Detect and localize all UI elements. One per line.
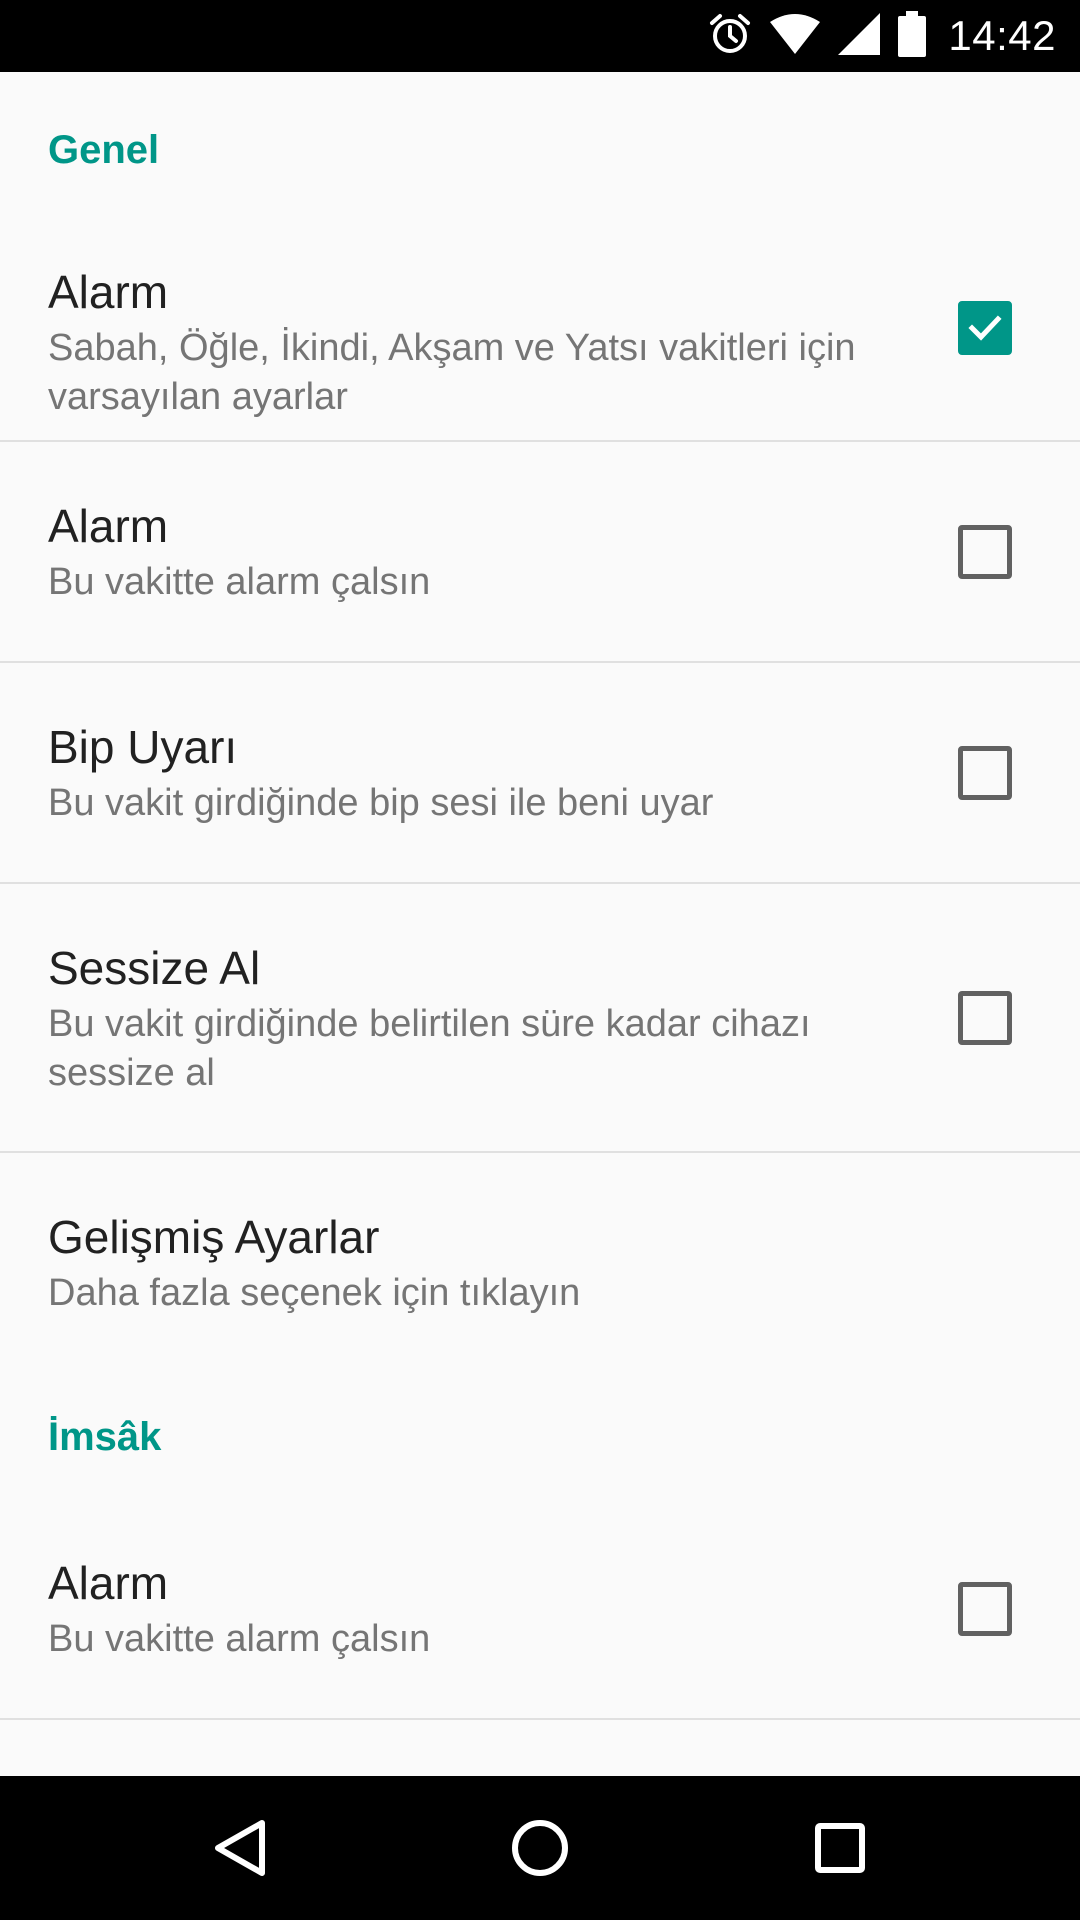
battery-icon [898, 10, 927, 62]
back-icon [215, 1820, 265, 1876]
pref-title: Gelişmiş Ayarlar [48, 1211, 380, 1263]
category-title: İmsâk [48, 1415, 162, 1459]
home-icon [512, 1820, 568, 1876]
category-imsak: İmsâk [0, 1349, 1080, 1499]
status-bar: 14:42 [0, 0, 1080, 72]
pref-title: Alarm [48, 266, 169, 318]
pref-item-alarm-default[interactable]: Alarm Sabah, Öğle, İkindi, Akşam ve Yats… [0, 216, 1080, 442]
checkbox[interactable] [958, 1581, 1012, 1636]
pref-summary: Bu vakit girdiğinde bip sesi ile beni uy… [48, 782, 714, 824]
pref-item-imsak-alarm[interactable]: Alarm Bu vakitte alarm çalsın [0, 1499, 1080, 1720]
navigation-bar [0, 1776, 1080, 1920]
status-time: 14:42 [948, 12, 1056, 59]
pref-summary: Bu vakitte alarm çalsın [48, 561, 431, 603]
recents-button[interactable] [760, 1776, 920, 1920]
pref-summary: Bu vakit girdiğinde belirtilen süre kada… [48, 1003, 811, 1094]
preferences-list: Genel Alarm Sabah, Öğle, İkindi, Akşam v… [0, 72, 1080, 1776]
pref-summary: Bu vakitte alarm çalsın [48, 1618, 431, 1660]
check-icon [968, 315, 1002, 341]
wifi-icon [770, 13, 821, 59]
pref-item-alarm[interactable]: Alarm Bu vakitte alarm çalsın [0, 442, 1080, 663]
pref-title: Bip Uyarı [48, 721, 238, 773]
checkbox[interactable] [958, 745, 1012, 800]
pref-summary: Daha fazla seçenek için tıklayın [48, 1272, 581, 1314]
pref-title: Alarm [48, 1557, 169, 1609]
pref-summary: Sabah, Öğle, İkindi, Akşam ve Yatsı vaki… [48, 327, 856, 418]
back-button[interactable] [160, 1776, 320, 1920]
pref-item-gelismis-ayarlar[interactable]: Gelişmiş Ayarlar Daha fazla seçenek için… [0, 1153, 1080, 1349]
home-button[interactable] [460, 1776, 620, 1920]
category-genel: Genel [0, 72, 1080, 216]
pref-item-bip-uyari[interactable]: Bip Uyarı Bu vakit girdiğinde bip sesi i… [0, 663, 1080, 884]
pref-item-sessize-al[interactable]: Sessize Al Bu vakit girdiğinde belirtile… [0, 884, 1080, 1153]
alarm-clock-icon [708, 12, 752, 61]
checkbox-checked[interactable] [958, 301, 1012, 355]
category-title: Genel [48, 128, 160, 172]
recents-icon [815, 1823, 865, 1873]
checkbox[interactable] [958, 990, 1012, 1045]
pref-title: Alarm [48, 500, 169, 552]
pref-title: Sessize Al [48, 942, 261, 994]
checkbox[interactable] [958, 524, 1012, 579]
cell-signal-icon [838, 12, 881, 60]
